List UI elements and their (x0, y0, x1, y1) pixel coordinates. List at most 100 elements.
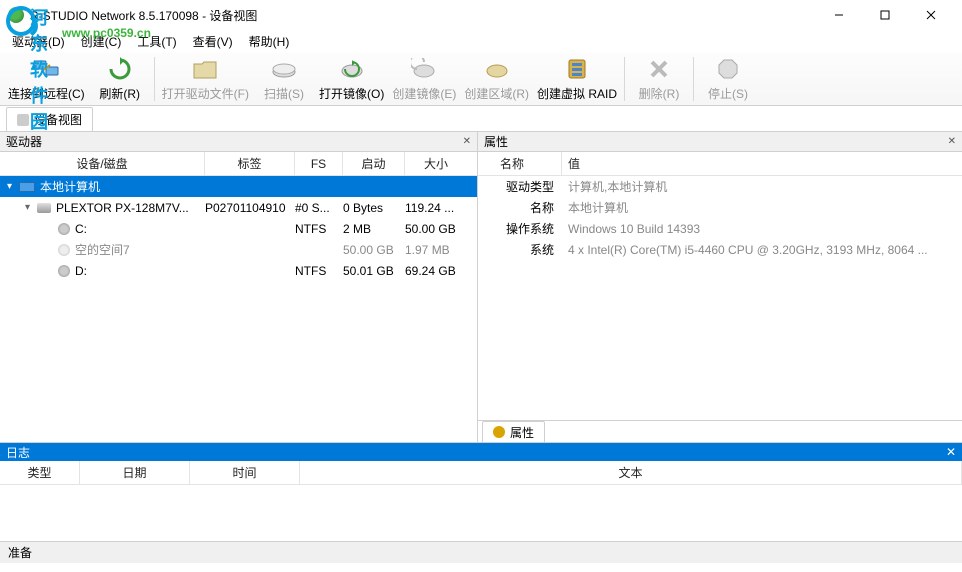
status-text: 准备 (8, 544, 32, 561)
row-name: C: (75, 222, 87, 236)
open-drive-file-button[interactable]: 打开驱动文件(F) (158, 53, 253, 104)
create-image-icon (410, 55, 438, 83)
tree-row-disk[interactable]: ▾PLEXTOR PX-128M7V... P02701104910 #0 S.… (0, 197, 477, 218)
statusbar: 准备 (0, 541, 962, 563)
row-start: 2 MB (343, 222, 405, 236)
scan-label: 扫描(S) (264, 85, 304, 102)
prop-val: Windows 10 Build 14393 (562, 222, 962, 236)
raid-icon (563, 55, 591, 83)
tab-properties[interactable]: 属性 (482, 421, 545, 443)
row-size: 119.24 ... (405, 201, 467, 215)
tree-root-local-computer[interactable]: ▾本地计算机 (0, 176, 477, 197)
menu-tools[interactable]: 工具(T) (131, 31, 182, 52)
connect-remote-button[interactable]: 连接到远程(C) (4, 53, 89, 104)
expander-icon[interactable]: ▾ (4, 181, 15, 192)
computer-icon (19, 182, 35, 192)
row-fs: #0 S... (295, 201, 343, 215)
open-image-button[interactable]: 打开镜像(O) (315, 53, 388, 104)
row-name: 空的空间7 (75, 241, 130, 258)
log-title: 日志 (6, 444, 30, 461)
maximize-button[interactable] (862, 0, 908, 30)
prop-val: 计算机,本地计算机 (562, 178, 962, 195)
row-size: 50.00 GB (405, 222, 467, 236)
volume-icon (58, 265, 70, 277)
volume-icon (58, 244, 70, 256)
row-fs: NTFS (295, 264, 343, 278)
col-log-text[interactable]: 文本 (300, 461, 962, 484)
properties-list[interactable]: 驱动类型计算机,本地计算机 名称本地计算机 操作系统Windows 10 Bui… (478, 176, 962, 420)
prop-val: 4 x Intel(R) Core(TM) i5-4460 CPU @ 3.20… (562, 243, 962, 257)
col-start[interactable]: 启动 (343, 152, 405, 175)
col-size[interactable]: 大小 (405, 152, 467, 175)
menu-create[interactable]: 创建(C) (75, 31, 128, 52)
expander-icon[interactable]: ▾ (22, 202, 33, 213)
col-log-type[interactable]: 类型 (0, 461, 80, 484)
log-header: 日志 ✕ (0, 443, 962, 461)
open-drive-label: 打开驱动文件(F) (162, 85, 249, 102)
prop-key: 驱动类型 (478, 178, 562, 195)
open-drive-icon (191, 55, 219, 83)
log-close-button[interactable]: ✕ (946, 445, 956, 459)
toolbar: 连接到远程(C) 刷新(R) 打开驱动文件(F) 扫描(S) 打开镜像(O) 创… (0, 52, 962, 106)
create-image-button[interactable]: 创建镜像(E) (388, 53, 460, 104)
tree-row-volume-d[interactable]: D: NTFS 50.01 GB 69.24 GB (0, 260, 477, 281)
prop-row[interactable]: 操作系统Windows 10 Build 14393 (478, 218, 962, 239)
log-pane: 日志 ✕ 类型 日期 时间 文本 (0, 442, 962, 541)
col-device[interactable]: 设备/磁盘 (0, 152, 205, 175)
stop-icon (714, 55, 742, 83)
properties-title: 属性 (484, 133, 508, 150)
titlebar: R-STUDIO Network 8.5.170098 - 设备视图 (0, 0, 962, 30)
remove-icon (645, 55, 673, 83)
drives-header: 驱动器 ✕ (0, 132, 477, 152)
prop-row[interactable]: 系统4 x Intel(R) Core(TM) i5-4460 CPU @ 3.… (478, 239, 962, 260)
prop-row[interactable]: 名称本地计算机 (478, 197, 962, 218)
menu-view[interactable]: 查看(V) (187, 31, 239, 52)
col-label[interactable]: 标签 (205, 152, 295, 175)
drives-tree[interactable]: ▾本地计算机 ▾PLEXTOR PX-128M7V... P0270110491… (0, 176, 477, 442)
col-log-date[interactable]: 日期 (80, 461, 190, 484)
log-body[interactable] (0, 485, 962, 541)
prop-val: 本地计算机 (562, 199, 962, 216)
tab-device-view[interactable]: 设备视图 (6, 107, 93, 131)
log-columns: 类型 日期 时间 文本 (0, 461, 962, 485)
prop-key: 操作系统 (478, 220, 562, 237)
menu-drive[interactable]: 驱动器(D) (6, 31, 71, 52)
prop-row[interactable]: 驱动类型计算机,本地计算机 (478, 176, 962, 197)
minimize-button[interactable] (816, 0, 862, 30)
app-icon (8, 7, 24, 23)
stop-label: 停止(S) (708, 85, 748, 102)
toolbar-sep (624, 57, 625, 101)
col-prop-value[interactable]: 值 (562, 152, 962, 175)
refresh-icon (106, 55, 134, 83)
tree-row-volume-c[interactable]: C: NTFS 2 MB 50.00 GB (0, 218, 477, 239)
drives-pane: 驱动器 ✕ 设备/磁盘 标签 FS 启动 大小 ▾本地计算机 ▾PLEXTOR … (0, 132, 478, 442)
row-size: 1.97 MB (405, 243, 467, 257)
create-image-label: 创建镜像(E) (392, 85, 456, 102)
tree-row-empty-space[interactable]: 空的空间7 50.00 GB 1.97 MB (0, 239, 477, 260)
tab-device-view-label: 设备视图 (34, 111, 82, 128)
prop-key: 名称 (478, 199, 562, 216)
remove-button[interactable]: 删除(R) (628, 53, 690, 104)
col-log-time[interactable]: 时间 (190, 461, 300, 484)
tab-properties-label: 属性 (510, 424, 534, 441)
col-fs[interactable]: FS (295, 152, 343, 175)
drives-close-button[interactable]: ✕ (463, 136, 471, 147)
close-button[interactable] (908, 0, 954, 30)
row-size: 69.24 GB (405, 264, 467, 278)
properties-header: 属性 ✕ (478, 132, 962, 152)
toolbar-sep (693, 57, 694, 101)
col-prop-name[interactable]: 名称 (478, 152, 562, 175)
create-virtual-raid-button[interactable]: 创建虚拟 RAID (533, 53, 621, 104)
properties-close-button[interactable]: ✕ (948, 136, 956, 147)
scan-icon (270, 55, 298, 83)
scan-button[interactable]: 扫描(S) (253, 53, 315, 104)
menubar: 驱动器(D) 创建(C) 工具(T) 查看(V) 帮助(H) (0, 30, 962, 52)
menu-help[interactable]: 帮助(H) (243, 31, 296, 52)
stop-button[interactable]: 停止(S) (697, 53, 759, 104)
row-start: 0 Bytes (343, 201, 405, 215)
properties-pane: 属性 ✕ 名称 值 驱动类型计算机,本地计算机 名称本地计算机 操作系统Wind… (478, 132, 962, 442)
refresh-button[interactable]: 刷新(R) (89, 53, 151, 104)
connect-label: 连接到远程(C) (8, 85, 85, 102)
window-title: R-STUDIO Network 8.5.170098 - 设备视图 (30, 7, 816, 24)
create-region-button[interactable]: 创建区域(R) (460, 53, 533, 104)
